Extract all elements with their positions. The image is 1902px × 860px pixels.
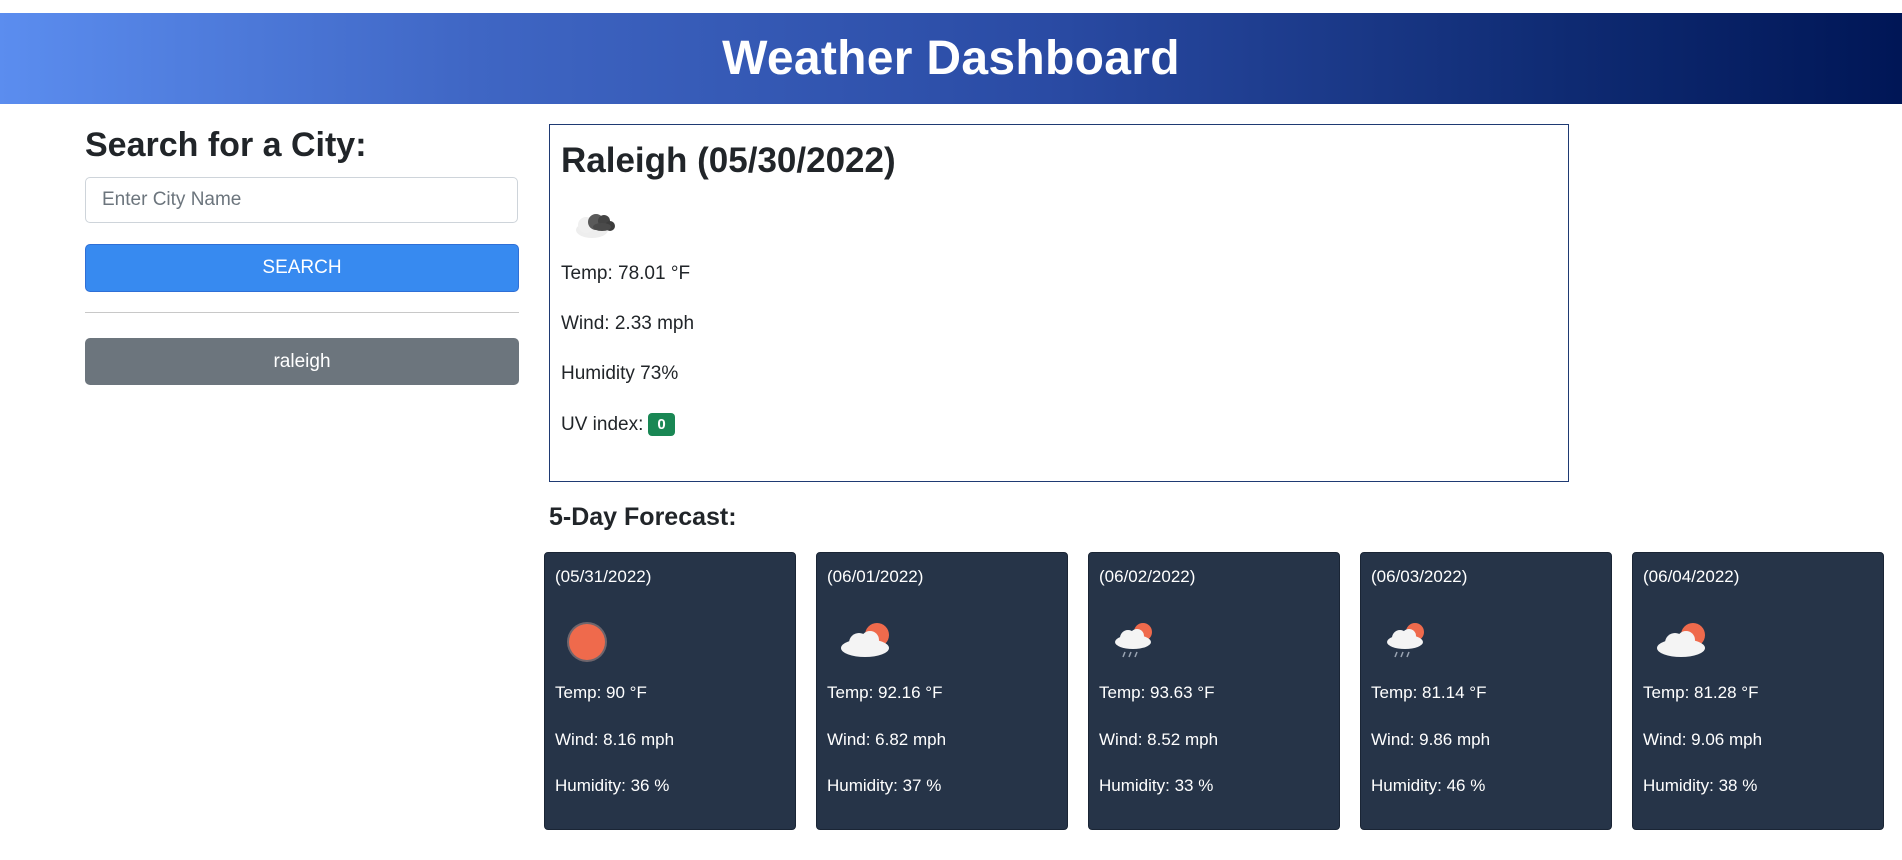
broken-clouds-icon xyxy=(576,214,615,238)
forecast-card: (06/04/2022) Temp: 81.28 °F Wind: 9.06 m… xyxy=(1632,552,1884,830)
current-temp: Temp: 78.01 °F xyxy=(561,263,691,284)
forecast-humidity: Humidity: 33 % xyxy=(1099,776,1214,795)
history-item-raleigh[interactable]: raleigh xyxy=(85,338,519,385)
forecast-date: (06/04/2022) xyxy=(1643,567,1740,586)
divider xyxy=(85,312,519,313)
forecast-card: (06/02/2022) Temp: 93.63 °F Wind: 8.52 m… xyxy=(1088,552,1340,830)
current-humidity: Humidity 73% xyxy=(561,363,679,384)
forecast-wind: Wind: 9.06 mph xyxy=(1643,730,1763,749)
forecast-heading: 5-Day Forecast: xyxy=(549,503,737,531)
forecast-humidity: Humidity: 46 % xyxy=(1371,776,1486,795)
forecast-card: (06/01/2022) Temp: 92.16 °F Wind: 6.82 m… xyxy=(816,552,1068,830)
page-title: Weather Dashboard xyxy=(722,32,1180,85)
forecast-temp: Temp: 81.28 °F xyxy=(1643,683,1759,702)
header-banner: Weather Dashboard xyxy=(0,13,1902,104)
forecast-humidity: Humidity: 36 % xyxy=(555,776,670,795)
current-city-title: Raleigh (05/30/2022) xyxy=(561,141,896,180)
forecast-card: (06/03/2022) Temp: 81.14 °F Wind: 9.86 m… xyxy=(1360,552,1612,830)
city-search-input[interactable] xyxy=(85,177,518,223)
forecast-humidity: Humidity: 38 % xyxy=(1643,776,1758,795)
forecast-wind: Wind: 8.16 mph xyxy=(555,730,675,749)
current-weather-card: Raleigh (05/30/2022) Temp: 78.01 °F Wind… xyxy=(549,124,1569,482)
forecast-humidity: Humidity: 37 % xyxy=(827,776,942,795)
uv-badge: 0 xyxy=(648,413,675,436)
partly-cloudy-icon xyxy=(1657,623,1705,657)
forecast-wind: Wind: 9.86 mph xyxy=(1371,730,1491,749)
forecast-temp: Temp: 93.63 °F xyxy=(1099,683,1215,702)
forecast-date: (06/01/2022) xyxy=(827,567,924,586)
forecast-temp: Temp: 90 °F xyxy=(555,683,647,702)
forecast-wind: Wind: 6.82 mph xyxy=(827,730,947,749)
partly-cloudy-icon xyxy=(841,623,889,657)
rain-sun-icon xyxy=(1387,623,1424,658)
forecast-date: (06/02/2022) xyxy=(1099,567,1196,586)
search-button[interactable]: SEARCH xyxy=(85,244,519,292)
forecast-card: (05/31/2022) Temp: 90 °F Wind: 8.16 mph … xyxy=(544,552,796,830)
uv-label: UV index: xyxy=(561,414,644,435)
forecast-temp: Temp: 92.16 °F xyxy=(827,683,943,702)
forecast-date: (06/03/2022) xyxy=(1371,567,1468,586)
current-uv-row: UV index: 0 xyxy=(561,413,675,436)
rain-sun-icon xyxy=(1115,623,1152,658)
current-wind: Wind: 2.33 mph xyxy=(561,313,695,334)
sun-icon xyxy=(567,622,607,662)
forecast-temp: Temp: 81.14 °F xyxy=(1371,683,1487,702)
forecast-date: (05/31/2022) xyxy=(555,567,652,586)
forecast-wind: Wind: 8.52 mph xyxy=(1099,730,1219,749)
search-heading: Search for a City: xyxy=(85,126,367,164)
